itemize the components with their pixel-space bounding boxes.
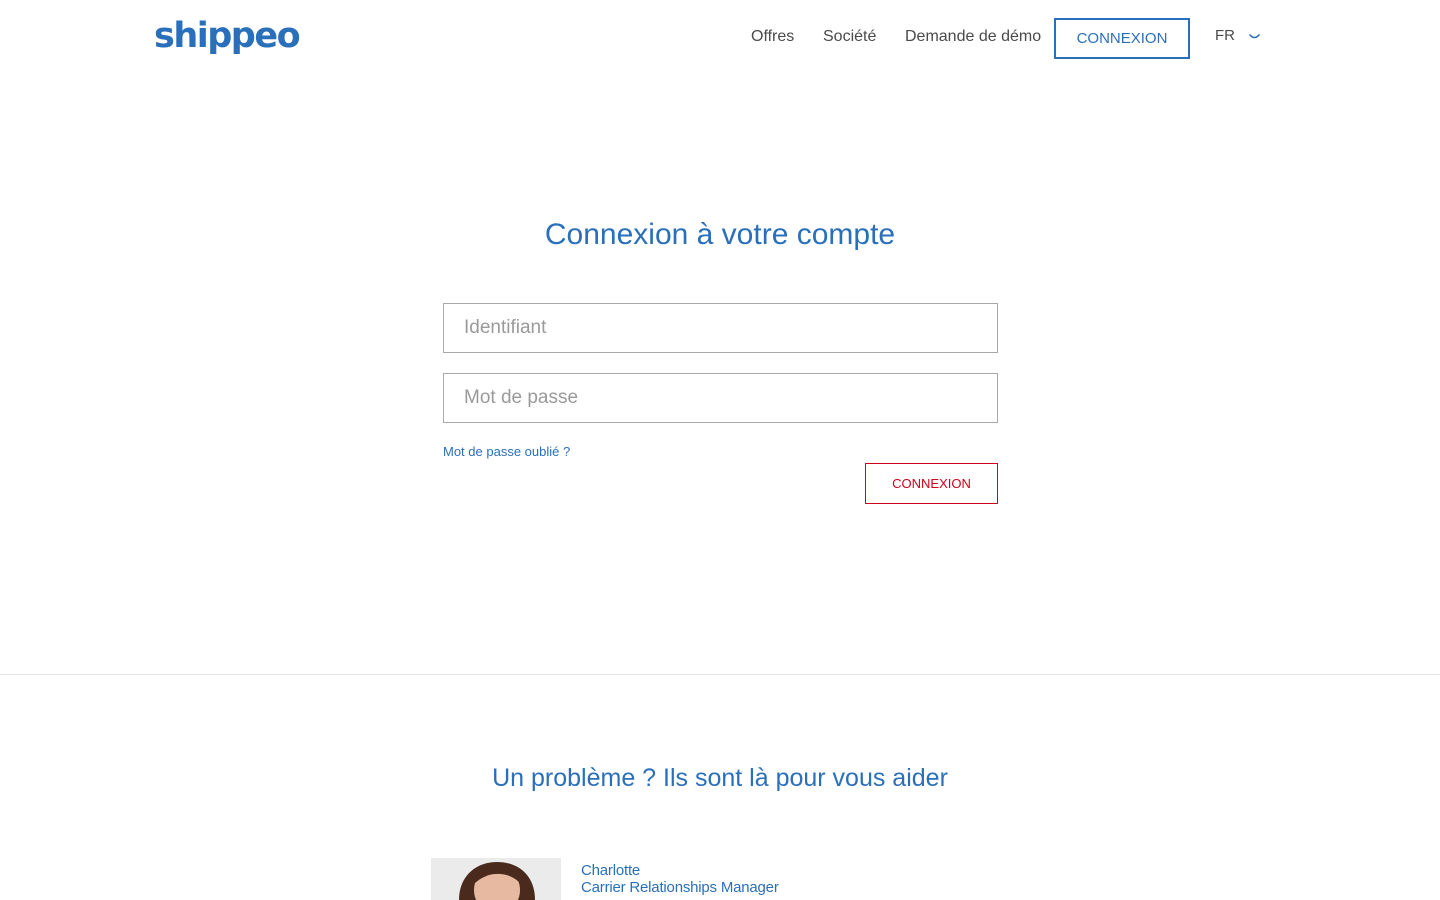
password-input[interactable] bbox=[443, 373, 998, 423]
header-login-label: CONNEXION bbox=[1076, 30, 1168, 47]
login-submit-label: CONNEXION bbox=[892, 476, 971, 491]
contact-name: Charlotte bbox=[581, 862, 641, 879]
nav-link-demo[interactable]: Demande de démo bbox=[905, 26, 1041, 48]
shippeo-logo[interactable]: shippeo bbox=[154, 14, 301, 58]
login-title: Connexion à votre compte bbox=[544, 218, 896, 251]
language-selector[interactable]: FR bbox=[1215, 27, 1260, 44]
username-input[interactable] bbox=[443, 303, 998, 353]
header-login-button[interactable]: CONNEXION bbox=[1054, 18, 1190, 59]
help-section-title: Un problème ? Ils sont là pour vous aide… bbox=[492, 764, 948, 792]
chevron-down-icon bbox=[1249, 32, 1260, 40]
avatar bbox=[431, 858, 561, 900]
contact-role: Carrier Relationships Manager bbox=[581, 879, 779, 896]
login-submit-button[interactable]: CONNEXION bbox=[865, 463, 998, 504]
nav-link-societe[interactable]: Société bbox=[823, 26, 876, 48]
forgot-password-link[interactable]: Mot de passe oublié ? bbox=[443, 443, 570, 461]
language-label: FR bbox=[1215, 27, 1235, 44]
site-header: shippeo Offres Société Demande de démo C… bbox=[0, 0, 1440, 76]
section-divider bbox=[0, 674, 1440, 675]
nav-link-offres[interactable]: Offres bbox=[751, 26, 794, 48]
